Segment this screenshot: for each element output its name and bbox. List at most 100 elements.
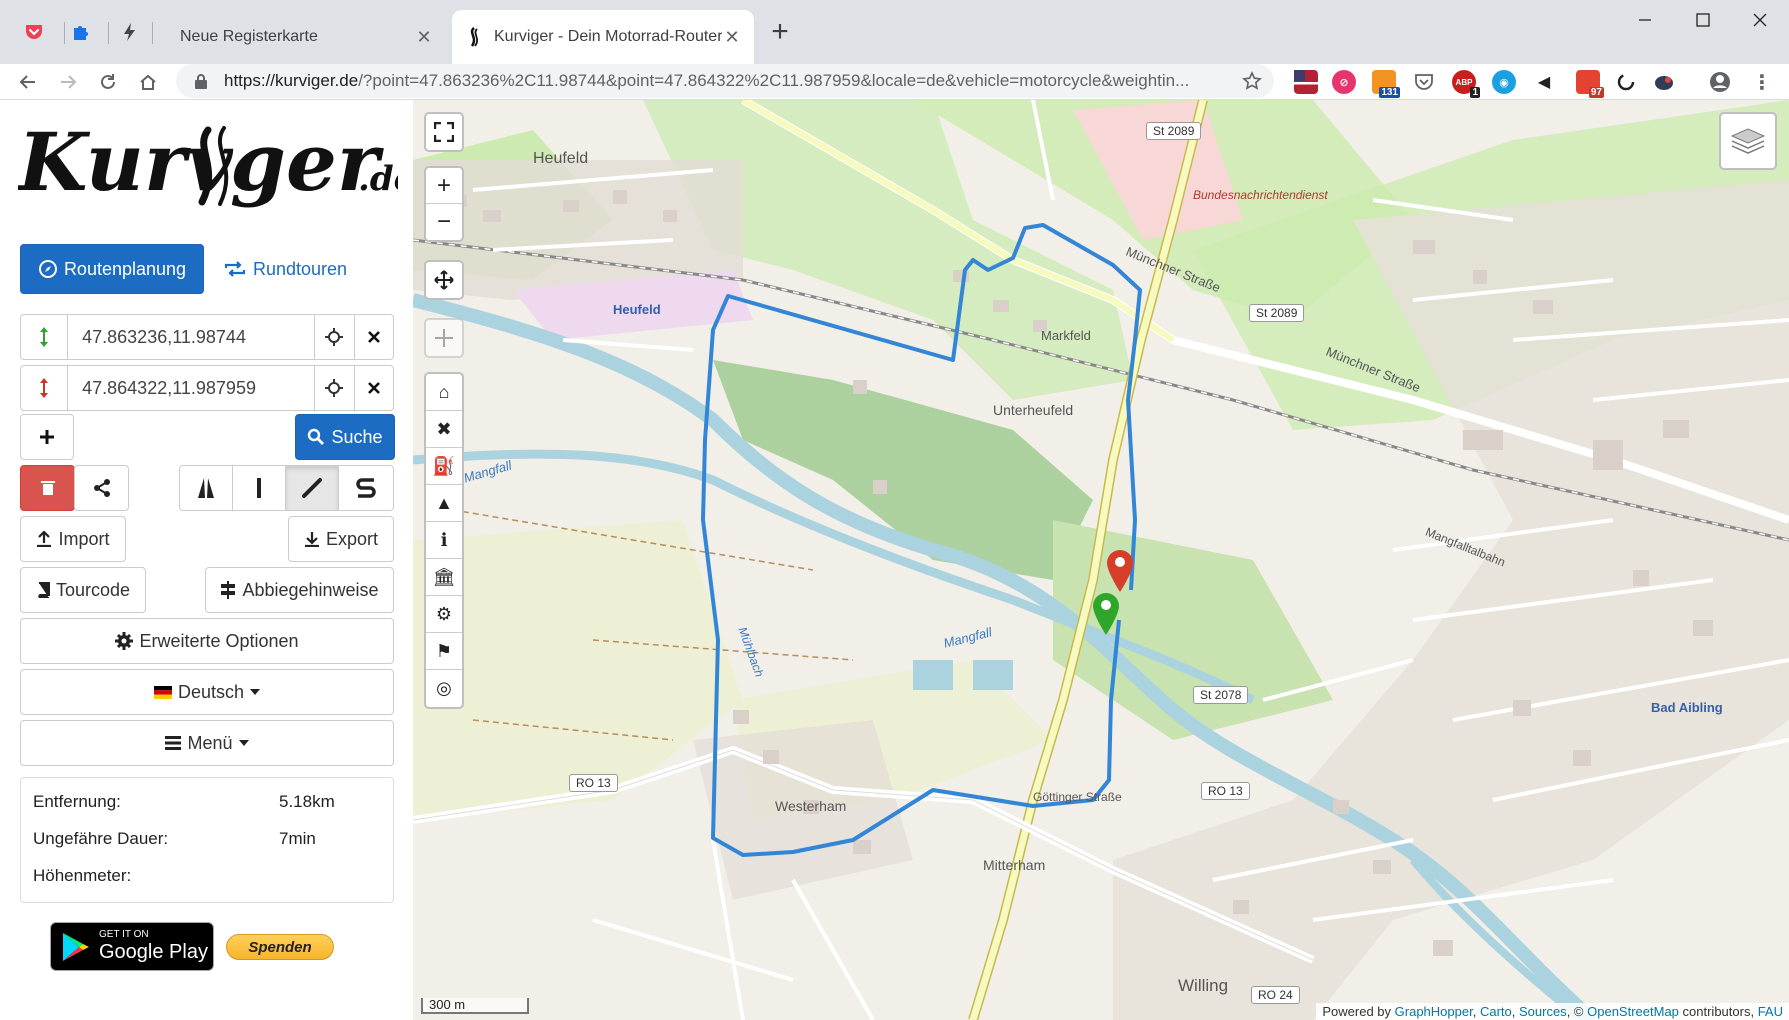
kurviger-logo[interactable]: Kurv ger .de	[18, 110, 398, 230]
bolt-tab-icon[interactable]	[116, 18, 144, 46]
delete-route-button[interactable]	[20, 465, 75, 511]
attribution-link[interactable]: OpenStreetMap	[1587, 1004, 1679, 1019]
search-button[interactable]: Suche	[295, 414, 395, 460]
bird-extension-icon[interactable]	[1652, 70, 1676, 94]
zoom-control: + −	[424, 166, 464, 242]
duration-label: Ungefähre Dauer:	[33, 829, 169, 848]
attribution-link[interactable]: FAU	[1758, 1004, 1783, 1019]
remove-start-icon[interactable]	[353, 315, 393, 359]
browser-tab-strip: Neue Registerkarte ✕ Kurviger - Dein Mot…	[0, 0, 1789, 64]
mode-curvy-button[interactable]	[285, 465, 339, 511]
start-marker-icon[interactable]	[21, 315, 69, 359]
bookmark-star-icon[interactable]	[1242, 71, 1262, 91]
road-shield: RO 13	[569, 774, 618, 792]
waypoint-start-input[interactable]	[68, 315, 315, 359]
zoom-in-icon[interactable]: +	[426, 168, 462, 204]
waypoint-end-row	[20, 365, 394, 411]
forward-icon[interactable]	[52, 66, 84, 98]
flag-icon[interactable]: ⚑	[426, 633, 462, 670]
place-label: Westerham	[775, 798, 847, 814]
tab-new-tab[interactable]: Neue Registerkarte ✕	[156, 10, 446, 64]
road-shield: St 2078	[1193, 686, 1249, 704]
share-button[interactable]	[74, 465, 129, 511]
tab-rundtouren[interactable]: Rundtouren	[210, 244, 360, 294]
zoom-out-icon[interactable]: −	[426, 204, 462, 240]
fullscreen-control[interactable]	[424, 112, 464, 152]
end-marker-icon[interactable]	[21, 366, 69, 410]
remove-end-icon[interactable]	[353, 366, 393, 410]
tools-icon[interactable]: ✖	[426, 411, 462, 448]
export-button[interactable]: Export	[288, 516, 394, 562]
maximize-icon[interactable]	[1674, 0, 1732, 40]
waypoint-end-input[interactable]	[68, 366, 315, 410]
advanced-options-button[interactable]: Erweiterte Optionen	[20, 618, 394, 664]
museum-icon[interactable]: 🏛	[426, 559, 462, 596]
close-icon[interactable]: ✕	[722, 27, 742, 48]
plus-icon	[40, 430, 54, 444]
fuel-icon[interactable]: ⛽	[426, 448, 462, 485]
home-icon[interactable]: ⌂	[426, 374, 462, 411]
menu-dropdown[interactable]: Menü	[20, 720, 394, 766]
import-button[interactable]: Import	[20, 516, 126, 562]
info-icon[interactable]: ℹ	[426, 522, 462, 559]
map-view[interactable]: Heufeld Heufeld Markfeld Unterheufeld We…	[413, 100, 1789, 1020]
window-close-icon[interactable]	[1731, 0, 1789, 40]
end-marker-pin-icon[interactable]	[1105, 548, 1135, 592]
pocket-tab-icon[interactable]	[20, 18, 48, 46]
turn-instructions-button[interactable]: Abbiegehinweise	[205, 567, 394, 613]
binoculars-icon[interactable]: ◎	[426, 670, 462, 707]
tab-kurviger[interactable]: Kurviger - Dein Motorrad-Router ✕	[452, 10, 754, 64]
back-icon[interactable]	[12, 66, 44, 98]
new-tab-button[interactable]: +	[764, 15, 796, 48]
adblock-extension-icon[interactable]: ABP 1	[1452, 70, 1480, 98]
home-icon[interactable]	[132, 66, 164, 98]
circle-extension-icon[interactable]	[1614, 70, 1638, 94]
puzzle-tab-icon[interactable]	[67, 18, 95, 46]
language-dropdown[interactable]: Deutsch	[20, 669, 394, 715]
tourcode-button[interactable]: Tourcode	[20, 567, 146, 613]
lock-icon	[195, 74, 207, 89]
locate-control	[424, 260, 464, 300]
google-play-badge[interactable]: GET IT ON Google Play	[50, 922, 214, 971]
more-menu-icon[interactable]: ⋮	[1750, 70, 1774, 94]
crosshair-icon[interactable]	[426, 320, 462, 356]
profile-icon[interactable]	[1708, 70, 1732, 94]
start-marker-pin-icon[interactable]	[1091, 591, 1121, 635]
layers-control[interactable]	[1719, 112, 1777, 170]
place-label: Markfeld	[1041, 328, 1091, 343]
attribution-link[interactable]: Carto	[1480, 1004, 1512, 1019]
mode-straight-button[interactable]	[232, 465, 286, 511]
reload-icon[interactable]	[92, 66, 124, 98]
close-icon[interactable]: ✕	[414, 27, 434, 48]
svg-text:.de: .de	[358, 159, 398, 199]
retweet-icon	[224, 261, 246, 277]
attribution-link[interactable]: Sources	[1519, 1004, 1567, 1019]
mute-extension-icon[interactable]: ◀︎	[1532, 70, 1556, 94]
mail-extension-icon[interactable]: 131	[1372, 70, 1400, 98]
mountain-icon[interactable]: ▲	[426, 485, 462, 522]
ghost-extension-icon[interactable]: ◉	[1492, 70, 1516, 94]
donate-button[interactable]: Spenden	[226, 934, 334, 960]
fullscreen-icon[interactable]	[426, 114, 462, 150]
road-shield: St 2089	[1146, 122, 1202, 140]
address-bar[interactable]: https://kurviger.de/?point=47.863236%2C1…	[176, 64, 1274, 98]
locate-start-icon[interactable]	[314, 315, 353, 359]
mode-extra-curvy-button[interactable]	[338, 465, 394, 511]
attribution-link[interactable]: GraphHopper	[1395, 1004, 1473, 1019]
minimize-icon[interactable]	[1616, 0, 1674, 40]
elevation-row: Höhenmeter:	[33, 866, 383, 886]
settings-icon[interactable]: ⚙	[426, 596, 462, 633]
hamburger-icon	[165, 736, 182, 750]
us-flag-extension-icon[interactable]	[1294, 70, 1318, 94]
pocket-extension-icon[interactable]	[1412, 70, 1436, 94]
todoist-extension-icon[interactable]: 97	[1576, 70, 1604, 98]
add-waypoint-button[interactable]	[20, 414, 74, 460]
german-flag-icon	[153, 685, 172, 699]
link-extension-icon[interactable]: ⊘	[1332, 70, 1356, 94]
map-canvas[interactable]	[413, 100, 1789, 1020]
scale-bar: 300 m	[421, 998, 529, 1014]
locate-end-icon[interactable]	[314, 366, 353, 410]
tab-routenplanung[interactable]: Routenplanung	[20, 244, 204, 294]
move-icon[interactable]	[426, 262, 462, 298]
mode-curvy-road-button[interactable]	[179, 465, 233, 511]
